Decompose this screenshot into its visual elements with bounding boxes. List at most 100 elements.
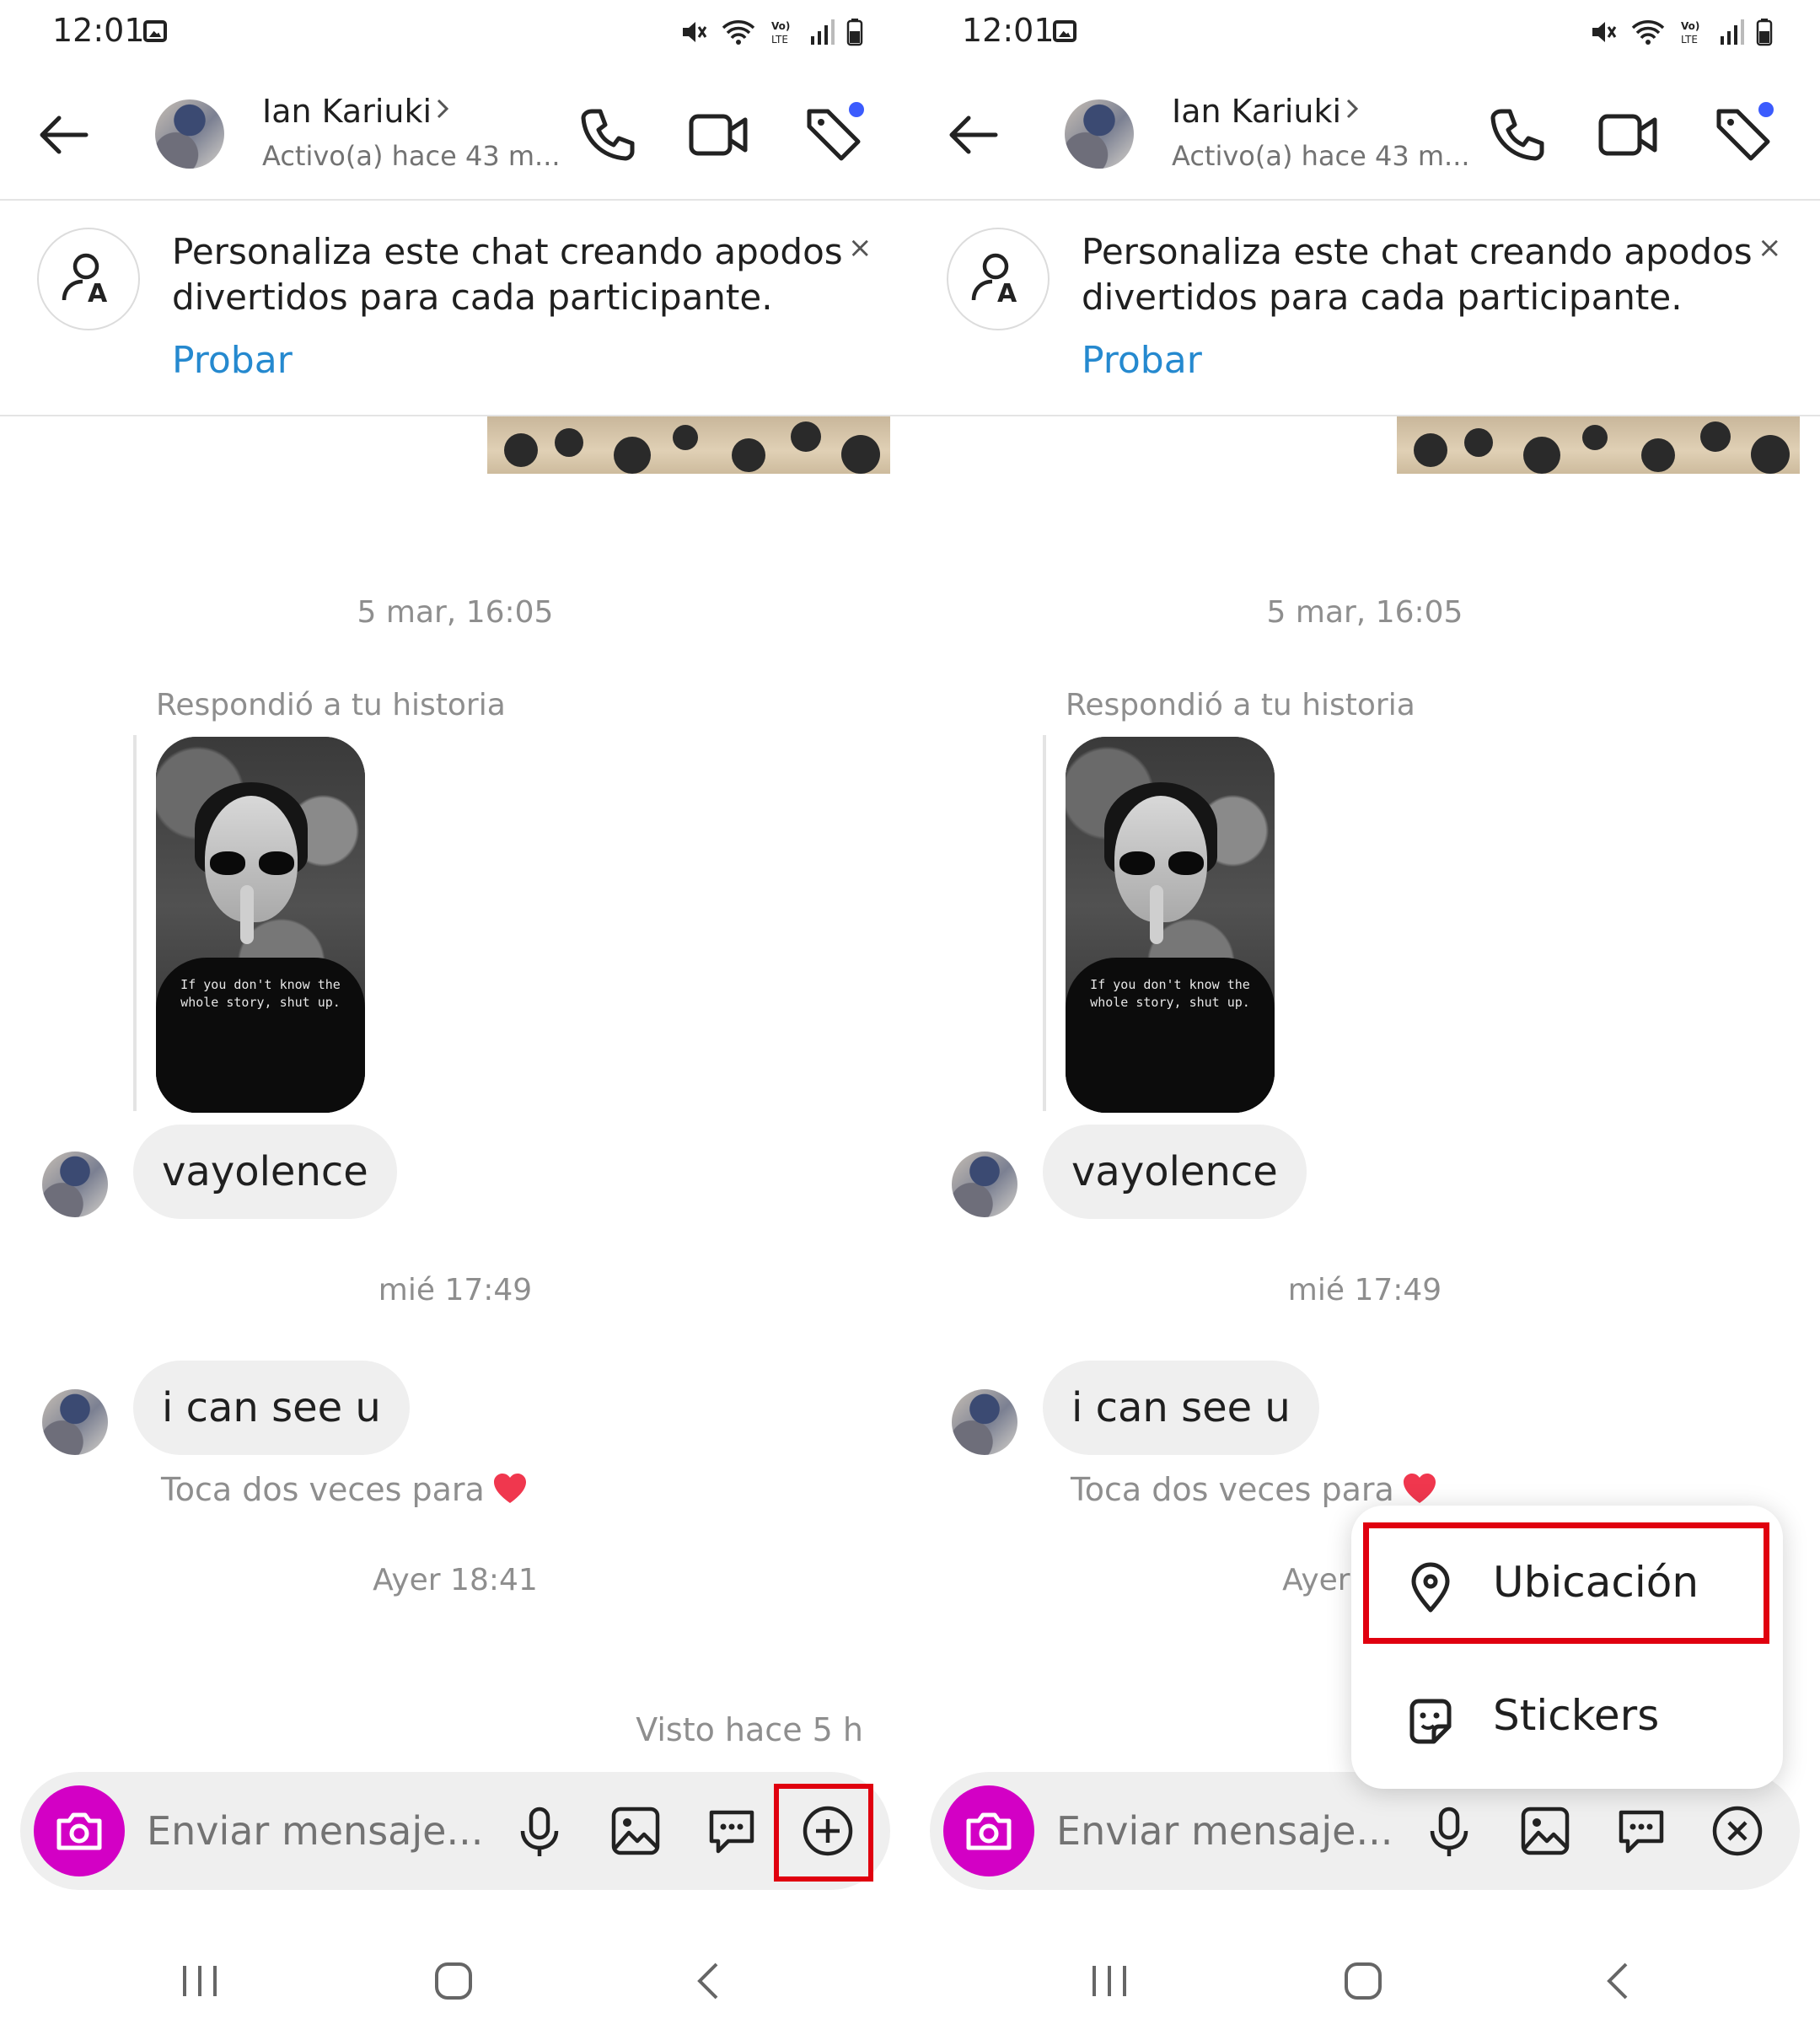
nickname-icon: A [947, 228, 1050, 330]
double-tap-hint-text: Toca dos veces para [161, 1471, 485, 1508]
sender-avatar[interactable] [42, 1389, 108, 1455]
timestamp: mié 17:49 [378, 1273, 533, 1307]
sticker-message-icon[interactable] [703, 1802, 760, 1860]
nickname-banner: A Personaliza este chat creando apodos d… [910, 201, 1820, 416]
story-preview[interactable]: If you don't know the whole story, shut … [156, 737, 365, 1113]
gallery-icon[interactable] [1517, 1802, 1574, 1860]
sticker-message-icon[interactable] [1613, 1802, 1670, 1860]
nav-back-icon[interactable] [1592, 1954, 1646, 2008]
story-preview[interactable]: If you don't know the whole story, shut … [1066, 737, 1275, 1113]
chevron-right-icon[interactable] [430, 96, 455, 121]
replied-to-story-label: Respondió a tu historia [1066, 688, 1415, 722]
mute-icon [1592, 22, 1617, 42]
menu-item-label: Stickers [1493, 1691, 1660, 1740]
reply-indicator-line [133, 735, 137, 1111]
battery-icon [846, 19, 863, 46]
signal-icon [1721, 19, 1744, 45]
message-bubble[interactable]: i can see u [133, 1361, 410, 1455]
video-call-icon[interactable] [1594, 101, 1662, 169]
nickname-icon: A [37, 228, 140, 330]
timestamp: 5 mar, 16:05 [357, 595, 554, 630]
nickname-banner: A Personaliza este chat creando apodos d… [0, 201, 910, 416]
camera-icon [56, 1812, 102, 1850]
microphone-icon[interactable] [511, 1802, 568, 1860]
gallery-notification-icon [143, 20, 167, 42]
volte-icon: Vo) LTE [771, 20, 790, 46]
mute-icon [683, 22, 707, 42]
home-icon[interactable] [427, 1954, 481, 2008]
wifi-icon [722, 20, 755, 45]
menu-item-stickers[interactable]: Stickers [1351, 1666, 1783, 1775]
status-bar: 12:01 Vo) LTE [0, 0, 910, 67]
nav-back-icon[interactable] [683, 1954, 737, 2008]
close-icon[interactable]: × [848, 231, 872, 265]
wifi-icon [1631, 20, 1665, 45]
svg-text:A: A [88, 279, 108, 309]
sender-avatar[interactable] [952, 1389, 1017, 1455]
contact-activity-status: Activo(a) hace 43 m... [1172, 140, 1470, 172]
chat-header: Ian Kariuki Activo(a) hace 43 m... [910, 67, 1820, 201]
message-composer [930, 1772, 1800, 1890]
message-input[interactable] [1055, 1801, 1395, 1861]
timestamp: mié 17:49 [1287, 1273, 1442, 1307]
contact-name[interactable]: Ian Kariuki [1172, 93, 1341, 130]
double-tap-hint: Toca dos veces para [161, 1470, 529, 1508]
back-arrow-icon[interactable] [943, 105, 1004, 165]
microphone-icon[interactable] [1420, 1802, 1478, 1860]
message-bubble[interactable]: i can see u [1043, 1361, 1319, 1455]
recents-icon[interactable] [173, 1954, 227, 2008]
message-bubble[interactable]: vayolence [1043, 1125, 1307, 1219]
status-icons: Vo) LTE [679, 15, 863, 49]
home-icon[interactable] [1336, 1954, 1390, 2008]
contact-name[interactable]: Ian Kariuki [262, 93, 432, 130]
try-button[interactable]: Probar [172, 339, 293, 382]
phone-call-icon[interactable] [573, 101, 641, 169]
heart-icon [493, 1474, 526, 1503]
chevron-right-icon[interactable] [1339, 96, 1365, 121]
camera-icon [966, 1812, 1012, 1850]
shared-photo[interactable] [487, 416, 890, 474]
battery-icon [1756, 19, 1773, 46]
camera-button[interactable] [34, 1785, 125, 1876]
phone-call-icon[interactable] [1483, 101, 1550, 169]
seen-status: Visto hace 5 h [636, 1711, 863, 1748]
status-bar: 12:01 Vo) LTE [910, 0, 1820, 67]
highlight-box [774, 1784, 873, 1882]
svg-text:A: A [997, 279, 1017, 309]
tag-label-icon[interactable] [801, 101, 868, 169]
message-bubble[interactable]: vayolence [133, 1125, 397, 1219]
screen-before: 12:01 Vo) LTE Ian Kariuki Activo(a) hace … [0, 0, 910, 2024]
double-tap-hint: Toca dos veces para [1071, 1470, 1438, 1508]
story-caption: If you don't know the whole story, shut … [180, 977, 341, 1010]
close-circle-icon[interactable] [1709, 1802, 1766, 1860]
story-caption: If you don't know the whole story, shut … [1090, 977, 1250, 1010]
close-icon[interactable]: × [1758, 231, 1782, 265]
gallery-notification-icon [1053, 20, 1076, 42]
sender-avatar[interactable] [42, 1152, 108, 1217]
shared-photo[interactable] [1397, 416, 1800, 474]
message-input[interactable] [145, 1801, 486, 1861]
back-arrow-icon[interactable] [34, 105, 94, 165]
reply-indicator-line [1043, 735, 1046, 1111]
contact-avatar[interactable] [155, 99, 224, 169]
sender-avatar[interactable] [952, 1152, 1017, 1217]
gallery-icon[interactable] [607, 1802, 664, 1860]
highlight-box [1363, 1522, 1769, 1644]
status-time: 12:01 [962, 12, 1055, 49]
contact-avatar[interactable] [1065, 99, 1134, 169]
banner-message: Personaliza este chat creando apodos div… [1082, 231, 1753, 318]
recents-icon[interactable] [1082, 1954, 1136, 2008]
timestamp: Ayer 18:41 [373, 1563, 538, 1597]
svg-text:Vo): Vo) [1681, 20, 1699, 32]
camera-button[interactable] [943, 1785, 1034, 1876]
contact-activity-status: Activo(a) hace 43 m... [262, 140, 561, 172]
video-call-icon[interactable] [685, 101, 752, 169]
chat-header: Ian Kariuki Activo(a) hace 43 m... [0, 67, 910, 201]
tag-label-icon[interactable] [1710, 101, 1778, 169]
message-composer [20, 1772, 890, 1890]
try-button[interactable]: Probar [1082, 339, 1202, 382]
status-icons: Vo) LTE [1589, 15, 1773, 49]
svg-text:Vo): Vo) [771, 20, 790, 32]
volte-icon: Vo) LTE [1681, 20, 1699, 46]
timestamp: 5 mar, 16:05 [1266, 595, 1463, 630]
